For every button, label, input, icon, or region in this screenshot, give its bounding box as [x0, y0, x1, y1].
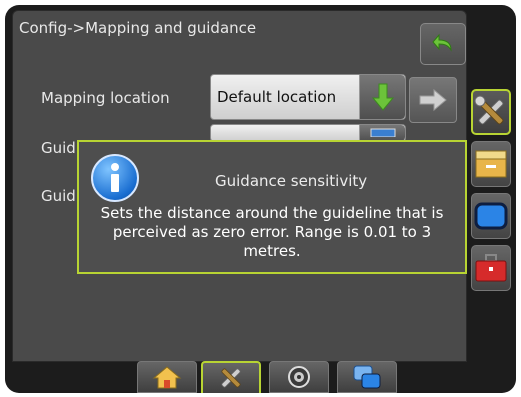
tools-icon: [221, 368, 241, 388]
back-button[interactable]: [420, 23, 466, 65]
next-button[interactable]: [409, 77, 457, 123]
folder-box-icon: [475, 150, 507, 178]
tab-configuration[interactable]: [201, 361, 261, 393]
mapping-location-label: Mapping location: [41, 89, 170, 107]
sidebar-item-toolbox[interactable]: [471, 245, 511, 291]
gauge-icon: [288, 366, 310, 388]
device-frame: Config->Mapping and guidance Mapping loc…: [5, 5, 516, 393]
mapping-location-value: Default location: [217, 88, 337, 106]
popup-title: Guidance sensitivity: [215, 172, 368, 190]
guidance-row-label-2: Guid: [41, 187, 76, 205]
info-popup[interactable]: Guidance sensitivity Sets the distance a…: [77, 140, 467, 274]
home-icon: [152, 366, 182, 389]
tab-screens[interactable]: [337, 361, 397, 393]
down-arrow-icon: [371, 83, 394, 111]
page-title: Config->Mapping and guidance: [19, 19, 257, 37]
config-screen: Config->Mapping and guidance Mapping loc…: [12, 10, 467, 362]
screens-icon: [353, 365, 381, 389]
tab-gauge[interactable]: [269, 361, 329, 393]
guidance-row-label: Guid: [41, 139, 76, 157]
tab-home[interactable]: [137, 361, 197, 393]
sidebar-item-display[interactable]: [471, 193, 511, 239]
sidebar-item-files[interactable]: [471, 141, 511, 187]
info-icon: [91, 154, 139, 202]
right-arrow-icon: [419, 88, 447, 112]
mapping-location-dropdown[interactable]: Default location: [210, 74, 406, 120]
tools-icon: [474, 95, 504, 125]
sidebar-item-tools[interactable]: [471, 89, 511, 135]
download-button[interactable]: [359, 75, 405, 119]
keypad-button[interactable]: [359, 125, 405, 141]
display-icon: [474, 202, 508, 230]
back-arrow-icon: [432, 33, 452, 52]
popup-message: Sets the distance around the guideline t…: [100, 204, 444, 260]
toolbox-icon: [475, 254, 507, 282]
keypad-icon: [370, 128, 395, 137]
